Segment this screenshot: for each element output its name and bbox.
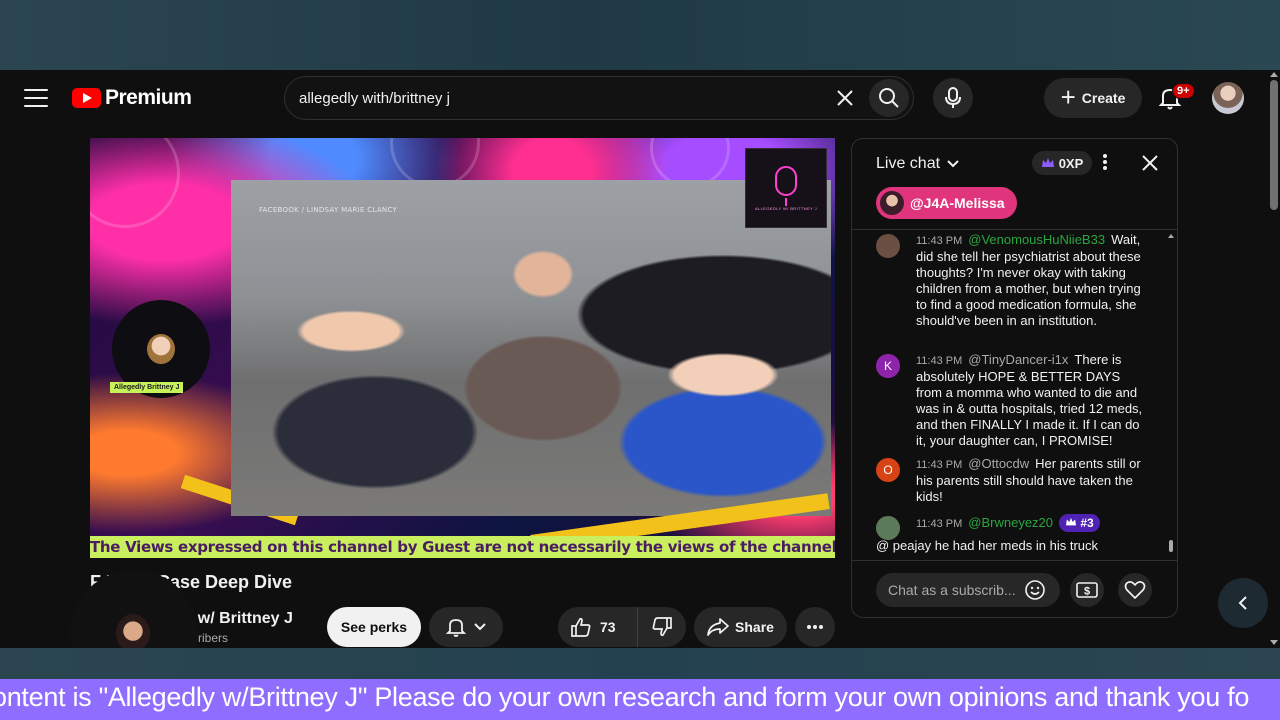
notification-count-badge: 9+ — [1172, 83, 1195, 99]
pinned-user-chip[interactable]: @J4A-Melissa — [876, 187, 1017, 219]
search-icon — [879, 88, 899, 108]
thumbs-up-icon — [571, 617, 591, 637]
chat-input[interactable]: Chat as a subscrib... — [876, 573, 1060, 607]
chat-message[interactable]: K 11:43 PM @TinyDancer-i1x There is absolu… — [876, 352, 1146, 449]
chat-author[interactable]: @TinyDancer-i1x — [968, 352, 1068, 367]
dislike-button[interactable] — [638, 607, 686, 647]
chat-input-placeholder: Chat as a subscrib... — [888, 582, 1016, 598]
chevron-left-icon — [1238, 596, 1247, 610]
youtube-watch-page: Premium + Create 9+ FACEBOOK / LINDSAY M… — [0, 70, 1280, 648]
voice-search-button[interactable] — [933, 78, 973, 118]
photo-credit: FACEBOOK / LINDSAY MARIE CLANCY — [259, 206, 398, 214]
chat-message-list[interactable]: 11:43 PM @VenomousHuNiieB33 Wait, did she … — [852, 230, 1177, 557]
disclaimer-banner: The Views expressed on this channel by G… — [90, 536, 835, 558]
ticker-text: ontent is "Allegedly w/Brittney J" Pleas… — [0, 682, 1250, 712]
chat-time: 11:43 PM — [916, 235, 963, 247]
chat-text: @ peajay he had her meds in his truck — [876, 538, 1099, 553]
heart-icon — [1124, 581, 1146, 599]
desktop-top-band — [0, 0, 1280, 70]
like-dislike-group: 73 — [558, 607, 686, 647]
decorative-swirl — [90, 138, 180, 228]
chat-author-avatar: O — [876, 458, 900, 482]
chat-time: 11:43 PM — [916, 518, 963, 530]
live-chat-mode-dropdown[interactable]: Live chat — [876, 155, 960, 173]
scroll-down-icon[interactable] — [1270, 640, 1278, 645]
channel-logo-overlay: ALLEGEDLY W/ BRITTNEY J — [745, 148, 827, 228]
chat-author-avatar — [876, 516, 900, 540]
chat-scrollbar-thumb[interactable] — [1169, 540, 1173, 552]
chat-rank-badge: #3 — [1059, 514, 1100, 532]
guest-avatar — [147, 334, 175, 364]
guest-name-label: Allegedly Brittney J — [110, 382, 184, 393]
more-actions-button[interactable] — [795, 607, 835, 647]
chat-author-avatar — [876, 234, 900, 258]
pinned-user-avatar — [880, 191, 904, 215]
super-chat-dollar-icon: $ — [1076, 582, 1098, 598]
menu-icon[interactable] — [24, 89, 48, 107]
subscription-bell-button[interactable] — [429, 607, 503, 647]
svg-text:$: $ — [1084, 586, 1090, 598]
chat-time: 11:43 PM — [916, 459, 963, 471]
chevron-down-icon — [474, 623, 486, 631]
share-icon — [707, 618, 729, 636]
chat-time: 11:43 PM — [916, 355, 963, 367]
pinned-user-name: @J4A-Melissa — [910, 195, 1005, 211]
live-chat-panel: Live chat 0XP @J4A-Melissa 11:43 PM @Veno… — [851, 138, 1178, 618]
emoji-icon[interactable] — [1024, 579, 1046, 601]
share-label: Share — [735, 619, 774, 635]
logo-text: Premium — [105, 86, 192, 109]
search-input[interactable] — [299, 77, 799, 119]
xp-value: 0XP — [1058, 155, 1084, 171]
search-bar — [284, 76, 914, 120]
crown-icon — [1066, 517, 1077, 526]
like-button[interactable]: 73 — [558, 607, 638, 647]
scrolling-ticker: ontent is "Allegedly w/Brittney J" Pleas… — [0, 679, 1280, 720]
plus-icon: + — [1060, 82, 1076, 112]
video-player[interactable]: FACEBOOK / LINDSAY MARIE CLANCY ALLEGEDL… — [90, 138, 835, 558]
super-chat-button[interactable]: $ — [1070, 573, 1104, 607]
create-button[interactable]: + Create — [1044, 78, 1142, 118]
xp-badge[interactable]: 0XP — [1032, 151, 1092, 175]
chat-author[interactable]: @Brwneyez20 — [968, 515, 1053, 530]
chat-message[interactable]: 11:43 PM @VenomousHuNiieB33 Wait, did she … — [876, 232, 1146, 329]
chat-author[interactable]: @VenomousHuNiieB33 — [968, 232, 1105, 247]
like-count: 73 — [600, 619, 616, 635]
live-chat-title: Live chat — [876, 155, 941, 172]
page-scrollbar[interactable] — [1268, 70, 1280, 648]
create-label: Create — [1081, 90, 1126, 106]
streamer-avatar — [116, 614, 150, 648]
video-frame-photo: FACEBOOK / LINDSAY MARIE CLANCY — [231, 180, 831, 516]
microphone-icon — [945, 87, 961, 108]
podcast-mic-icon — [775, 165, 797, 206]
clear-search-icon[interactable] — [835, 88, 855, 108]
chat-scrollbar[interactable] — [1168, 234, 1174, 554]
scroll-up-icon[interactable] — [1270, 72, 1278, 77]
scrollbar-thumb[interactable] — [1270, 80, 1278, 210]
youtube-play-icon — [72, 88, 101, 108]
scroll-up-icon[interactable] — [1168, 234, 1174, 238]
more-vertical-icon[interactable] — [1102, 153, 1108, 171]
reaction-heart-button[interactable] — [1118, 573, 1152, 607]
share-button[interactable]: Share — [694, 607, 787, 647]
divider — [852, 560, 1177, 561]
chevron-down-icon — [947, 160, 959, 168]
thumbs-down-icon — [652, 617, 672, 637]
search-button[interactable] — [869, 79, 909, 117]
chat-author-avatar: K — [876, 354, 900, 378]
close-icon[interactable] — [1140, 153, 1160, 173]
account-avatar[interactable] — [1212, 82, 1244, 114]
more-horizontal-icon — [807, 625, 823, 629]
crown-icon — [1041, 158, 1054, 167]
expand-side-panel-button[interactable] — [1218, 578, 1268, 628]
channel-name[interactable]: ly w/ Brittney J — [180, 610, 310, 628]
logo-caption: ALLEGEDLY W/ BRITTNEY J — [754, 205, 818, 211]
youtube-premium-logo[interactable]: Premium — [72, 86, 192, 110]
chat-message[interactable]: O 11:43 PM @Ottocdw Her parents still or h… — [876, 456, 1146, 505]
chat-author[interactable]: @Ottocdw — [968, 456, 1029, 471]
live-chat-header: Live chat 0XP — [852, 139, 1177, 187]
rank-value: #3 — [1080, 516, 1094, 530]
see-perks-button[interactable]: See perks — [327, 607, 421, 647]
chat-message[interactable]: 11:43 PM @Brwneyez20 #3 @ peajay he had h… — [876, 514, 1146, 554]
bell-icon — [445, 619, 467, 637]
